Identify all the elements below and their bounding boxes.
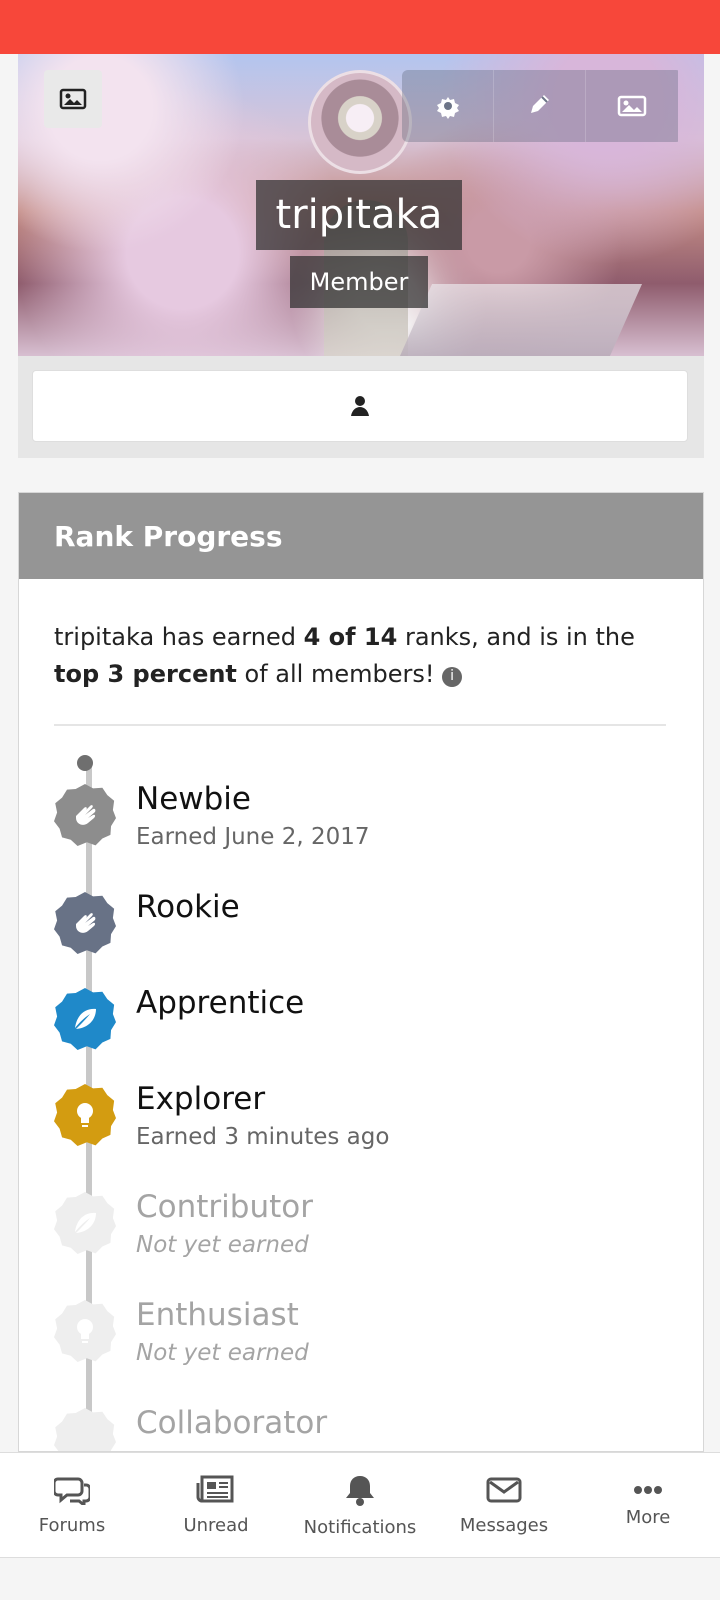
timeline-start-dot xyxy=(77,755,93,771)
summary-suffix: of all members! xyxy=(236,660,435,688)
nav-label: Notifications xyxy=(303,1516,417,1538)
rank-title: Explorer xyxy=(136,1081,266,1117)
rank-summary: tripitaka has earned 4 of 14 ranks, and … xyxy=(54,619,664,693)
enthusiast-badge-icon xyxy=(54,1300,116,1362)
ellipsis-icon xyxy=(634,1485,662,1494)
rank-newbie: Newbie Earned June 2, 2017 xyxy=(54,781,654,876)
nav-label: Messages xyxy=(459,1514,549,1536)
rank-status: Not yet earned xyxy=(136,1340,309,1366)
profile-name: tripitaka xyxy=(256,180,462,250)
rank-apprentice: Apprentice xyxy=(54,985,654,1080)
profile-toolbar xyxy=(402,70,682,142)
rank-progress-title: Rank Progress xyxy=(19,493,703,579)
profile-avatar[interactable] xyxy=(308,70,412,174)
rank-status: Not yet earned xyxy=(136,1232,309,1258)
summary-mid: ranks, and is in the xyxy=(397,623,635,651)
contributor-badge-icon xyxy=(54,1192,116,1254)
newbie-badge-icon xyxy=(54,784,116,846)
earned-ranks: 4 of 14 xyxy=(303,623,398,651)
hand-icon xyxy=(76,805,96,825)
nav-more[interactable]: More xyxy=(576,1453,720,1557)
rank-contributor: Contributor Not yet earned xyxy=(54,1189,654,1284)
envelope-icon xyxy=(486,1477,522,1502)
change-cover-button[interactable] xyxy=(586,70,678,142)
profile-tabs xyxy=(18,356,704,458)
profile-cover: tripitaka Member xyxy=(18,54,704,356)
rank-title: Enthusiast xyxy=(136,1297,299,1333)
rank-title: Newbie xyxy=(136,781,251,817)
summary-divider xyxy=(54,724,666,726)
rank-title: Rookie xyxy=(136,889,240,925)
gear-icon xyxy=(436,97,459,119)
rank-status: Earned 3 minutes ago xyxy=(136,1124,390,1150)
hand-icon xyxy=(76,913,96,933)
nav-forums[interactable]: Forums xyxy=(0,1453,144,1557)
rookie-badge-icon xyxy=(54,892,116,954)
bell-icon xyxy=(346,1475,374,1506)
member-group: Member xyxy=(290,256,428,308)
nav-unread[interactable]: Unread xyxy=(144,1453,288,1557)
rank-title: Collaborator xyxy=(136,1405,328,1441)
lightbulb-icon xyxy=(77,1103,93,1127)
pencil-icon xyxy=(530,95,549,113)
leaf-icon xyxy=(75,1212,96,1233)
explorer-badge-icon xyxy=(54,1084,116,1146)
rank-collaborator: Collaborator xyxy=(54,1405,654,1451)
rank-explorer: Explorer Earned 3 minutes ago xyxy=(54,1081,654,1176)
rank-progress-widget: Rank Progress tripitaka has earned 4 of … xyxy=(18,492,704,1452)
nav-messages[interactable]: Messages xyxy=(432,1453,576,1557)
info-icon[interactable]: i xyxy=(442,666,463,687)
newspaper-icon xyxy=(196,1475,234,1502)
apprentice-badge-icon xyxy=(54,988,116,1050)
rank-rookie: Rookie xyxy=(54,889,654,984)
nav-label: Forums xyxy=(38,1514,106,1536)
cover-photo-button[interactable] xyxy=(44,70,102,128)
rank-enthusiast: Enthusiast Not yet earned xyxy=(54,1297,654,1392)
summary-prefix: tripitaka has earned xyxy=(54,623,304,651)
edit-profile-button[interactable] xyxy=(494,70,586,142)
rank-status: Earned June 2, 2017 xyxy=(136,824,370,850)
top-bar xyxy=(0,0,720,54)
leaf-icon xyxy=(75,1008,96,1029)
profile-tab[interactable] xyxy=(32,370,688,442)
comments-icon xyxy=(54,1477,90,1505)
rank-title: Contributor xyxy=(136,1189,313,1225)
settings-button[interactable] xyxy=(402,70,494,142)
rank-title: Apprentice xyxy=(136,985,305,1021)
bottom-navigation: Forums Unread Notifications Messages Mor… xyxy=(0,1452,720,1558)
user-icon xyxy=(351,396,369,416)
lightbulb-icon xyxy=(77,1319,93,1343)
image-icon xyxy=(617,95,647,117)
nav-label: Unread xyxy=(183,1514,249,1536)
nav-notifications[interactable]: Notifications xyxy=(288,1453,432,1557)
nav-label: More xyxy=(625,1506,671,1528)
collaborator-badge-icon xyxy=(54,1408,116,1451)
image-icon xyxy=(59,88,87,110)
percentile: top 3 percent xyxy=(54,660,237,688)
